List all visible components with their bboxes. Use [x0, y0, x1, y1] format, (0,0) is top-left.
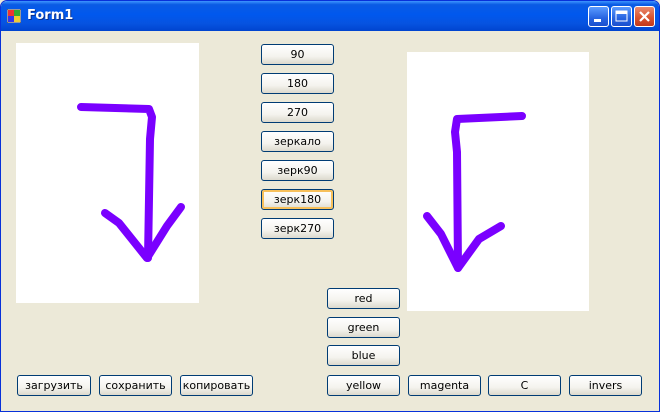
- rotate-90-button[interactable]: 90: [261, 44, 334, 65]
- window-title: Form1: [27, 8, 74, 23]
- arrow-down-image: [77, 103, 185, 262]
- blue-button[interactable]: blue: [327, 345, 400, 366]
- red-button[interactable]: red: [327, 288, 400, 309]
- cyan-button[interactable]: C: [488, 375, 561, 396]
- invert-button[interactable]: invers: [569, 375, 642, 396]
- magenta-button[interactable]: magenta: [408, 375, 481, 396]
- result-picture-box: [407, 52, 589, 311]
- copy-button[interactable]: копировать: [180, 375, 253, 396]
- arrow-down-mirrored-image: [423, 112, 526, 272]
- save-button[interactable]: сохранить: [99, 375, 172, 396]
- mirror-90-button[interactable]: зерк90: [261, 160, 334, 181]
- title-bar[interactable]: Form1: [1, 1, 659, 31]
- main-window: Form1 90 180 270 зеркало зерк90 зерк180 …: [0, 0, 660, 412]
- maximize-icon: [615, 10, 628, 22]
- maximize-button[interactable]: [611, 6, 632, 27]
- mirror-270-button[interactable]: зерк270: [261, 218, 334, 239]
- load-button[interactable]: загрузить: [17, 375, 91, 396]
- green-button[interactable]: green: [327, 317, 400, 338]
- minimize-button[interactable]: [588, 6, 609, 27]
- rotate-270-button[interactable]: 270: [261, 102, 334, 123]
- yellow-button[interactable]: yellow: [327, 375, 400, 396]
- app-icon: [7, 9, 21, 23]
- mirror-180-button[interactable]: зерк180: [261, 189, 334, 210]
- close-icon: [639, 11, 650, 22]
- minimize-icon: [594, 19, 601, 22]
- close-button[interactable]: [634, 6, 655, 27]
- source-picture-box: [16, 43, 199, 303]
- mirror-button[interactable]: зеркало: [261, 131, 334, 152]
- rotate-180-button[interactable]: 180: [261, 73, 334, 94]
